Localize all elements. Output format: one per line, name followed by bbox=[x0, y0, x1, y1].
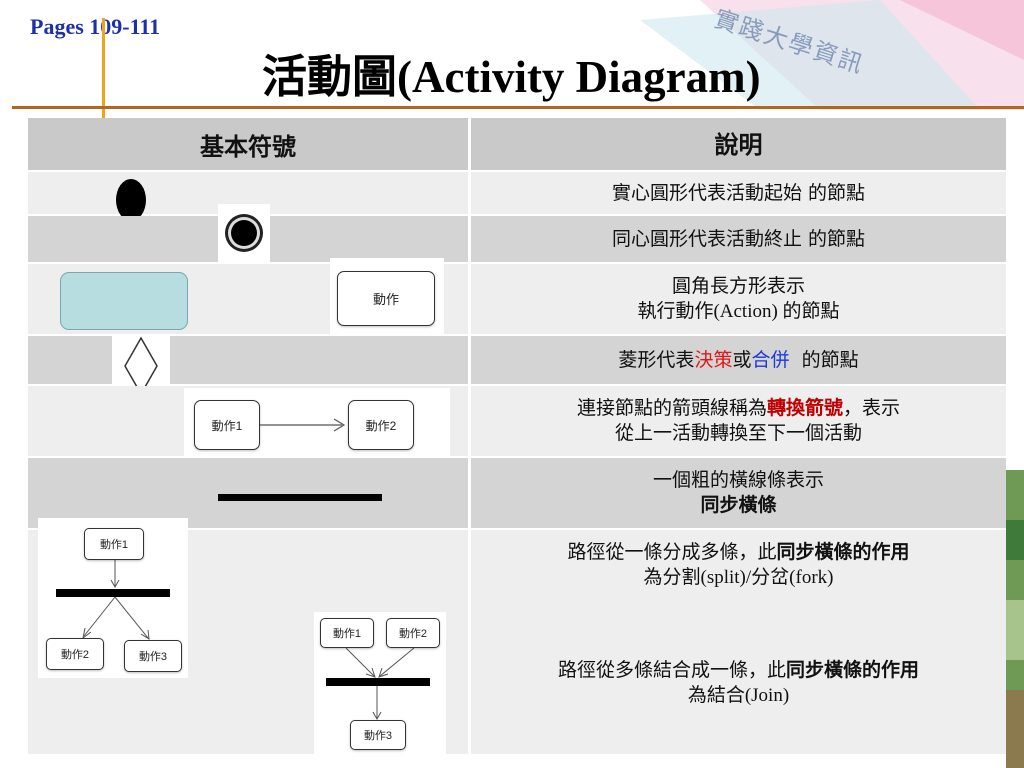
table-row-fork-join: 動作1 動作2 動作3 動作1 動作2 動作3 路徑從一條分成多條，此同步橫條的… bbox=[28, 518, 1006, 754]
col-header-symbols: 基本符號 bbox=[200, 131, 296, 161]
fork-description-line2: 為分割(split)/分岔(fork) bbox=[643, 567, 834, 588]
table-row-decision-node: 菱形代表決策或合併 的節點 bbox=[28, 334, 1006, 400]
sync-bar-description-line1: 一個粗的橫線條表示 bbox=[652, 470, 824, 491]
description-cell: 菱形代表決策或合併 的節點 bbox=[471, 336, 1006, 384]
join-node-1: 動作1 bbox=[320, 618, 374, 648]
final-node-icon bbox=[218, 204, 270, 262]
transition-node-2: 動作2 bbox=[348, 400, 414, 450]
sync-bar-icon bbox=[218, 494, 382, 501]
description-cell: 連接節點的箭頭線稱為轉換箭號，表示 從上一活動轉換至下一個活動 bbox=[471, 386, 1006, 456]
description-cell: 路徑從一條分成多條，此同步橫條的作用 為分割(split)/分岔(fork) 路… bbox=[471, 530, 1006, 754]
description-cell: 實心圓形代表活動起始 的節點 bbox=[471, 172, 1006, 214]
column-separator bbox=[468, 118, 471, 754]
decision-desc-suffix: 的節點 bbox=[789, 348, 859, 371]
join-diagram: 動作1 動作2 動作3 bbox=[314, 612, 446, 754]
table-row-final-node: 同心圓形代表活動終止 的節點 bbox=[28, 204, 1006, 262]
fork-node-1: 動作1 bbox=[84, 528, 144, 560]
fork-node-3: 動作3 bbox=[124, 640, 182, 672]
description-cell: 同心圓形代表活動終止 的節點 bbox=[471, 216, 1006, 262]
join-node-3: 動作3 bbox=[350, 720, 406, 750]
transition-node-1: 動作1 bbox=[194, 400, 260, 450]
title-underline bbox=[12, 106, 1024, 109]
decision-description: 菱形代表決策或合併 的節點 bbox=[618, 348, 858, 373]
col-header-description: 說明 bbox=[714, 129, 763, 159]
table-row-transition: 動作1 動作2 連接節點的箭頭線稱為轉換箭號，表示 從上一活動轉換至下一個活動 bbox=[28, 386, 1006, 458]
page-reference: Pages 109-111 bbox=[30, 14, 161, 39]
action-node-filled-icon bbox=[60, 272, 188, 330]
join-description-line2: 為結合(Join) bbox=[687, 685, 790, 706]
join-description-line1: 路徑從多條結合成一條，此同步橫條的作用 bbox=[558, 658, 919, 683]
join-desc-emphasis: 同步橫條的作用 bbox=[786, 659, 920, 681]
transition-description-line2: 從上一活動轉換至下一個活動 bbox=[614, 423, 862, 444]
decision-or-word: 或 bbox=[732, 348, 752, 371]
description-cell: 一個粗的橫線條表示 同步橫條 bbox=[471, 458, 1006, 528]
merge-word: 合併 bbox=[751, 348, 790, 371]
symbols-table: 基本符號 說明 實心圓形代表活動起始 的節點 同心圓形代表活動終止 的節點 動作… bbox=[28, 118, 1006, 754]
table-row-action-node: 動作 圓角長方形表示 執行動作(Action) 的節點 bbox=[28, 258, 1006, 340]
join-node-2: 動作2 bbox=[386, 618, 440, 648]
final-node-description: 同心圓形代表活動終止 的節點 bbox=[611, 227, 866, 250]
sync-bar-description-line2: 同步橫條 bbox=[700, 495, 777, 516]
fork-desc-prefix: 路徑從一條分成多條，此 bbox=[567, 541, 777, 563]
join-desc-prefix: 路徑從多條結合成一條，此 bbox=[557, 659, 786, 681]
slide-title: 活動圖(Activity Diagram) bbox=[262, 52, 761, 102]
fork-description-line1: 路徑從一條分成多條，此同步橫條的作用 bbox=[567, 540, 909, 565]
decision-desc-prefix: 菱形代表 bbox=[618, 348, 695, 371]
table-header-row: 基本符號 說明 bbox=[28, 118, 1006, 170]
symbol-cell: 動作1 動作2 動作3 動作1 動作2 動作3 bbox=[28, 518, 468, 754]
transition-word: 轉換箭號 bbox=[766, 397, 843, 419]
symbol-cell bbox=[28, 204, 468, 262]
description-cell: 圓角長方形表示 執行動作(Action) 的節點 bbox=[471, 264, 1006, 334]
transition-description-line1: 連接節點的箭頭線稱為轉換箭號，表示 bbox=[577, 396, 900, 421]
fork-diagram: 動作1 動作2 動作3 bbox=[38, 518, 188, 678]
action-node-sample-frame: 動作 bbox=[330, 258, 444, 340]
symbol-cell: 動作 bbox=[28, 258, 468, 340]
action-node-box: 動作 bbox=[337, 271, 435, 326]
symbol-cell: 動作1 動作2 bbox=[28, 386, 468, 458]
transition-desc-prefix: 連接節點的箭頭線稱為 bbox=[576, 397, 767, 419]
fork-desc-emphasis: 同步橫條的作用 bbox=[776, 541, 910, 563]
transition-desc-suffix: ，表示 bbox=[843, 397, 901, 419]
accent-vertical-line bbox=[102, 18, 105, 118]
fork-node-2: 動作2 bbox=[46, 638, 104, 670]
transition-sample-frame: 動作1 動作2 bbox=[184, 388, 450, 458]
symbol-cell bbox=[28, 334, 468, 400]
action-description-line2: 執行動作(Action) 的節點 bbox=[637, 301, 840, 322]
decision-word: 決策 bbox=[694, 348, 733, 371]
initial-node-description: 實心圓形代表活動起始 的節點 bbox=[611, 181, 866, 204]
action-description-line1: 圓角長方形表示 bbox=[671, 275, 805, 297]
table-row-initial-node: 實心圓形代表活動起始 的節點 bbox=[28, 172, 1006, 221]
